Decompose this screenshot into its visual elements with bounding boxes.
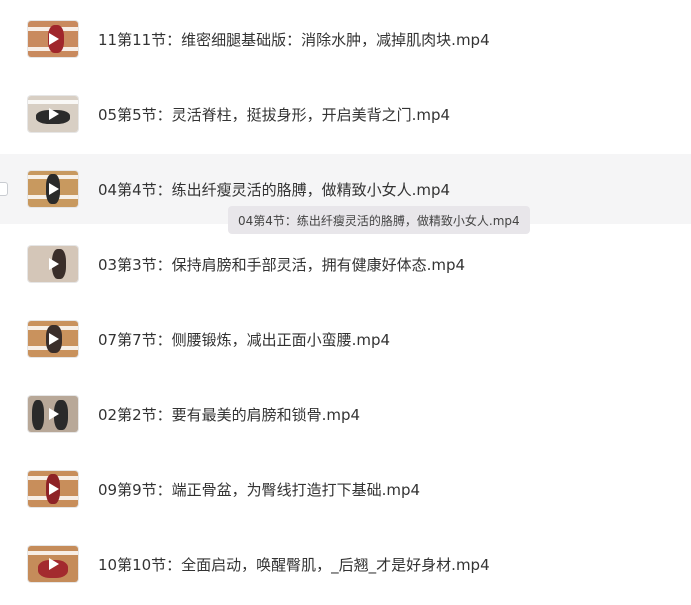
- file-name[interactable]: 02第2节：要有最美的肩膀和锁骨.mp4: [98, 404, 360, 425]
- file-row[interactable]: 09第9节：端正骨盆，为臀线打造打下基础.mp4: [0, 454, 691, 524]
- file-row[interactable]: 05第5节：灵活脊柱，挺拔身形，开启美背之门.mp4: [0, 79, 691, 149]
- file-row[interactable]: 02第2节：要有最美的肩膀和锁骨.mp4: [0, 379, 691, 449]
- file-name[interactable]: 10第10节：全面启动，唤醒臀肌，_后翘_才是好身材.mp4: [98, 554, 490, 575]
- file-name[interactable]: 05第5节：灵活脊柱，挺拔身形，开启美背之门.mp4: [98, 104, 450, 125]
- video-thumbnail[interactable]: [28, 246, 78, 282]
- play-icon: [49, 333, 59, 345]
- tooltip-text: 04第4节：练出纤瘦灵活的胳膊，做精致小女人.mp4: [238, 213, 520, 228]
- video-thumbnail[interactable]: [28, 546, 78, 582]
- play-icon: [49, 258, 59, 270]
- play-icon: [49, 558, 59, 570]
- file-row[interactable]: 11第11节：维密细腿基础版：消除水肿，减掉肌肉块.mp4: [0, 4, 691, 74]
- filename-tooltip: 04第4节：练出纤瘦灵活的胳膊，做精致小女人.mp4: [228, 206, 530, 234]
- file-name[interactable]: 09第9节：端正骨盆，为臀线打造打下基础.mp4: [98, 479, 420, 500]
- play-icon: [49, 183, 59, 195]
- file-row[interactable]: 03第3节：保持肩膀和手部灵活，拥有健康好体态.mp4: [0, 229, 691, 299]
- video-thumbnail[interactable]: [28, 321, 78, 357]
- play-icon: [49, 483, 59, 495]
- file-name[interactable]: 03第3节：保持肩膀和手部灵活，拥有健康好体态.mp4: [98, 254, 465, 275]
- thumbnail-stripe: [28, 551, 78, 555]
- play-icon: [49, 408, 59, 420]
- thumbnail-figure: [32, 400, 44, 430]
- video-thumbnail[interactable]: [28, 471, 78, 507]
- video-thumbnail[interactable]: [28, 96, 78, 132]
- file-list: 11第11节：维密细腿基础版：消除水肿，减掉肌肉块.mp4 05第5节：灵活脊柱…: [0, 0, 691, 605]
- play-icon: [49, 108, 59, 120]
- file-name[interactable]: 11第11节：维密细腿基础版：消除水肿，减掉肌肉块.mp4: [98, 29, 490, 50]
- video-thumbnail[interactable]: [28, 21, 78, 57]
- thumbnail-stripe: [28, 100, 78, 104]
- file-row[interactable]: 10第10节：全面启动，唤醒臀肌，_后翘_才是好身材.mp4: [0, 529, 691, 599]
- row-checkbox[interactable]: [0, 182, 8, 196]
- file-name[interactable]: 04第4节：练出纤瘦灵活的胳膊，做精致小女人.mp4: [98, 179, 450, 200]
- play-icon: [49, 33, 59, 45]
- file-name[interactable]: 07第7节：侧腰锻炼，减出正面小蛮腰.mp4: [98, 329, 390, 350]
- file-row[interactable]: 07第7节：侧腰锻炼，减出正面小蛮腰.mp4: [0, 304, 691, 374]
- video-thumbnail[interactable]: [28, 396, 78, 432]
- video-thumbnail[interactable]: [28, 171, 78, 207]
